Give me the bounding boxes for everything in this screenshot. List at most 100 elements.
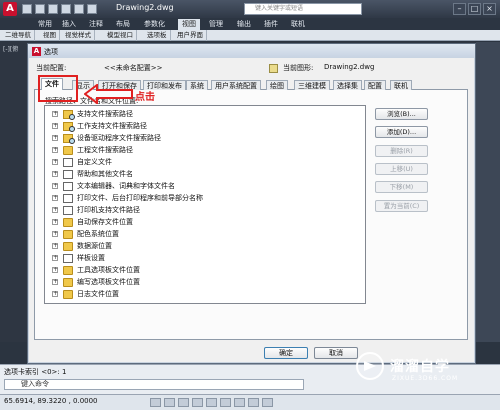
tab-drafting[interactable]: 绘图 — [266, 80, 288, 90]
panel-model-viewports[interactable]: 模型视口 — [104, 30, 137, 41]
tab-3d-modeling[interactable]: 三维建模 — [294, 80, 330, 90]
maximize-button[interactable]: □ — [468, 3, 481, 15]
ribbon-panel-bar: 二维导航 视图 视觉样式 模型视口 选项板 用户界面 — [0, 30, 500, 41]
expand-icon[interactable]: + — [52, 147, 58, 153]
tree-item[interactable]: + 日志文件位置 — [45, 289, 365, 300]
object-tracking-icon[interactable] — [220, 398, 231, 407]
tree-item[interactable]: + 自定义文件 — [45, 157, 365, 168]
dynamic-input-icon[interactable] — [248, 398, 259, 407]
expand-icon[interactable]: + — [52, 159, 58, 165]
move-up-button[interactable]: 上移(U) — [375, 163, 428, 175]
ribbon-tab-parametric[interactable]: 参数化 — [140, 19, 169, 30]
document-icon — [63, 158, 73, 167]
expand-icon[interactable]: + — [52, 207, 58, 213]
tree-item[interactable]: + 设备驱动程序文件搜索路径 — [45, 133, 365, 144]
expand-icon[interactable]: + — [52, 195, 58, 201]
expand-icon[interactable]: + — [52, 135, 58, 141]
ribbon-tab-annotate[interactable]: 注释 — [85, 19, 107, 30]
expand-icon[interactable]: + — [52, 243, 58, 249]
tree-item[interactable]: + 数据源位置 — [45, 241, 365, 252]
expand-icon[interactable]: + — [52, 279, 58, 285]
expand-icon[interactable]: + — [52, 171, 58, 177]
redo-icon[interactable] — [74, 4, 84, 14]
highlight-box — [38, 75, 78, 102]
tree-item[interactable]: + 自动保存文件位置 — [45, 217, 365, 228]
expand-icon[interactable]: + — [52, 219, 58, 225]
tree-item[interactable]: + 配色系统位置 — [45, 229, 365, 240]
ribbon-tab-bar: 常用 插入 注释 布局 参数化 视图 管理 输出 插件 联机 — [0, 18, 500, 30]
panel-views[interactable]: 视图 — [40, 30, 60, 41]
tree-item[interactable]: + 支持文件搜索路径 — [45, 109, 365, 120]
panel-visual-styles[interactable]: 视觉样式 — [62, 30, 95, 41]
ribbon-tab-output[interactable]: 输出 — [233, 19, 255, 30]
tree-item[interactable]: + 打印机支持文件路径 — [45, 205, 365, 216]
move-down-button[interactable]: 下移(M) — [375, 181, 428, 193]
folder-search-icon — [63, 122, 75, 132]
expand-icon[interactable]: + — [52, 231, 58, 237]
tree-item[interactable]: + 工作支持文件搜索路径 — [45, 121, 365, 132]
ok-button[interactable]: 确定 — [264, 347, 308, 359]
tab-system[interactable]: 系统 — [186, 80, 208, 90]
ribbon-tab-home[interactable]: 常用 — [34, 19, 56, 30]
command-input[interactable]: 键入命令 — [4, 379, 304, 390]
search-path-tree[interactable]: + 支持文件搜索路径 + 工作支持文件搜索路径 + 设备驱动程序文件搜索路径 + 工程文… — [44, 105, 366, 304]
tree-item[interactable]: + 编写选项板文件位置 — [45, 277, 365, 288]
set-current-button[interactable]: 置为当前(C) — [375, 200, 428, 212]
folder-icon — [63, 218, 73, 227]
tab-profiles[interactable]: 配置 — [364, 80, 386, 90]
save-icon[interactable] — [48, 4, 58, 14]
document-icon — [63, 254, 73, 263]
tree-item[interactable]: + 样板设置 — [45, 253, 365, 264]
snap-mode-icon[interactable] — [150, 398, 161, 407]
document-icon — [63, 182, 73, 191]
grid-display-icon[interactable] — [164, 398, 175, 407]
ribbon-tab-plugins[interactable]: 插件 — [260, 19, 282, 30]
open-file-icon[interactable] — [35, 4, 45, 14]
expand-icon[interactable]: + — [52, 267, 58, 273]
expand-icon[interactable]: + — [52, 123, 58, 129]
new-file-icon[interactable] — [22, 4, 32, 14]
lineweight-icon[interactable] — [262, 398, 273, 407]
expand-icon[interactable]: + — [52, 255, 58, 261]
remove-button[interactable]: 删除(R) — [375, 145, 428, 157]
cancel-button[interactable]: 取消 — [314, 347, 358, 359]
autocad-logo-icon[interactable]: A — [3, 2, 17, 16]
folder-icon — [63, 146, 73, 155]
tree-item[interactable]: + 打印文件、后台打印程序和前导部分名称 — [45, 193, 365, 204]
tree-item[interactable]: + 帮助和其他文件名 — [45, 169, 365, 180]
watermark-name: 溜溜自学 — [390, 359, 450, 375]
expand-icon[interactable]: + — [52, 183, 58, 189]
expand-icon[interactable]: + — [52, 291, 58, 297]
panel-palettes[interactable]: 选项板 — [144, 30, 171, 41]
ortho-mode-icon[interactable] — [178, 398, 189, 407]
panel-2d-navigation[interactable]: 二维导航 — [2, 30, 35, 41]
undo-icon[interactable] — [61, 4, 71, 14]
current-drawing-value: Drawing2.dwg — [324, 63, 375, 71]
panel-user-interface[interactable]: 用户界面 — [174, 30, 207, 41]
tab-online[interactable]: 联机 — [390, 80, 412, 90]
tab-user-preferences[interactable]: 用户系统配置 — [211, 80, 261, 90]
expand-icon[interactable]: + — [52, 111, 58, 117]
folder-icon — [63, 290, 73, 299]
add-button[interactable]: 添加(D)... — [375, 126, 428, 138]
viewport-label[interactable]: [-][俯 — [3, 44, 18, 53]
close-window-button[interactable]: × — [483, 3, 496, 15]
document-icon — [63, 194, 73, 203]
workspace-dropdown-icon[interactable] — [87, 4, 97, 14]
ribbon-tab-view[interactable]: 视图 — [178, 19, 200, 30]
polar-tracking-icon[interactable] — [192, 398, 203, 407]
ribbon-tab-manage[interactable]: 管理 — [205, 19, 227, 30]
browse-button[interactable]: 浏览(B)... — [375, 108, 428, 120]
ribbon-tab-layout[interactable]: 布局 — [112, 19, 134, 30]
minimize-button[interactable]: – — [453, 3, 466, 15]
tree-item[interactable]: + 工程文件搜索路径 — [45, 145, 365, 156]
ribbon-tab-insert[interactable]: 插入 — [58, 19, 80, 30]
tab-selection[interactable]: 选择集 — [333, 80, 362, 90]
ribbon-tab-online[interactable]: 联机 — [287, 19, 309, 30]
help-search-input[interactable]: 键入关键字或短语 — [244, 3, 362, 15]
object-snap-icon[interactable] — [206, 398, 217, 407]
tree-item[interactable]: + 工具选项板文件位置 — [45, 265, 365, 276]
dynamic-ucs-icon[interactable] — [234, 398, 245, 407]
dialog-title-bar — [28, 44, 475, 58]
tree-item[interactable]: + 文本编辑器、词典和字体文件名 — [45, 181, 365, 192]
